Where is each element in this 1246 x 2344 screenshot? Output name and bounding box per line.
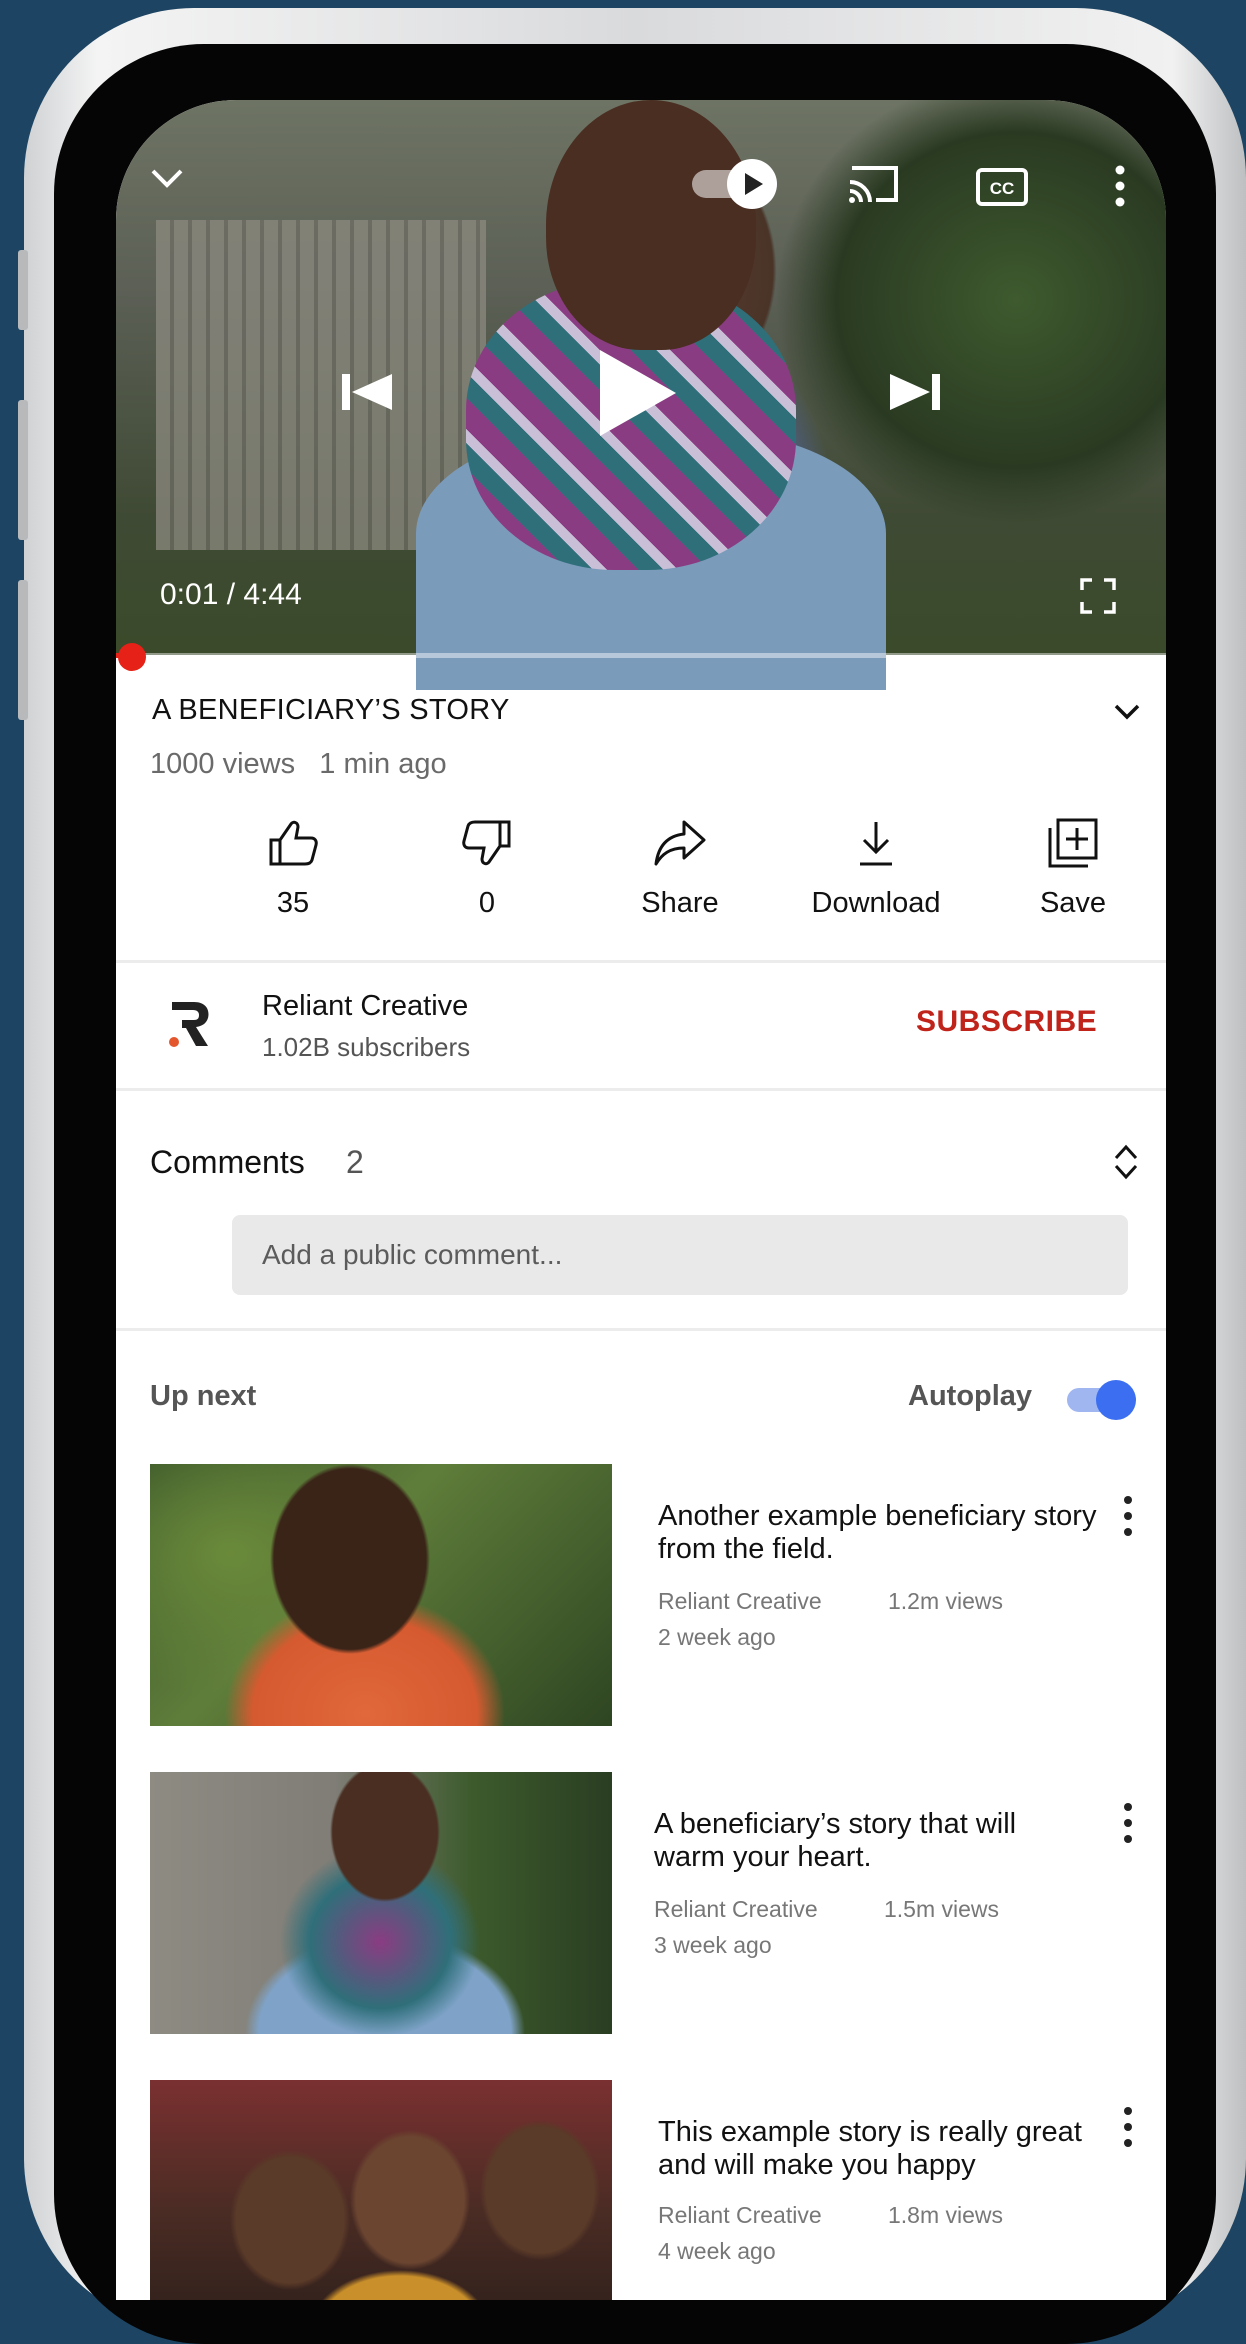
video-time: 0:01 / 4:44 — [160, 578, 302, 611]
fullscreen-icon[interactable] — [1080, 578, 1116, 614]
share-label: Share — [641, 887, 719, 919]
download-button[interactable]: Download — [806, 818, 946, 920]
more-vert-icon[interactable] — [1114, 164, 1126, 208]
up-next-age: 4 week ago — [658, 2238, 776, 2264]
autoplay-label: Autoplay — [908, 1380, 1033, 1412]
phone-volume-down — [18, 580, 28, 720]
comment-input[interactable] — [232, 1215, 1128, 1295]
play-icon[interactable] — [596, 348, 680, 438]
cc-icon[interactable]: CC — [976, 168, 1028, 206]
autoplay-toggle-knob[interactable] — [1096, 1380, 1136, 1420]
channel-subscribers: 1.02B subscribers — [262, 1032, 471, 1062]
divider — [116, 1088, 1166, 1091]
comments-title[interactable]: Comments — [150, 1144, 305, 1181]
up-next-title[interactable]: Another example beneficiary story from t… — [658, 1500, 1098, 1566]
like-button[interactable]: 35 — [223, 818, 363, 920]
more-vert-icon[interactable] — [1118, 1493, 1138, 1539]
save-button[interactable]: Save — [1003, 818, 1143, 920]
up-next-title[interactable]: This example story is really great and w… — [658, 2116, 1098, 2182]
dislike-count: 0 — [478, 887, 496, 919]
previous-icon[interactable] — [340, 372, 396, 412]
up-next-channel: Reliant Creative — [658, 1588, 822, 1614]
more-vert-icon[interactable] — [1118, 2104, 1138, 2150]
subscribe-button[interactable]: SUBSCRIBE — [916, 1005, 1097, 1039]
video-title: A BENEFICIARY’S STORY — [152, 694, 510, 726]
divider — [116, 1328, 1166, 1331]
video-thumbnail[interactable] — [150, 1464, 612, 1726]
save-label: Save — [1039, 887, 1107, 919]
download-label: Download — [811, 887, 941, 919]
sort-icon[interactable] — [1112, 1142, 1140, 1182]
video-thumbnail[interactable] — [150, 2080, 612, 2300]
share-button[interactable]: Share — [610, 818, 750, 920]
thumbs-up-icon — [269, 820, 318, 866]
channel-logo[interactable] — [162, 998, 214, 1050]
like-count: 35 — [276, 887, 310, 919]
phone-side-button — [18, 250, 28, 330]
up-next-age: 3 week ago — [654, 1932, 772, 1958]
up-next-views: 1.8m views — [888, 2202, 1004, 2228]
more-vert-icon[interactable] — [1118, 1800, 1138, 1846]
progress-bar[interactable] — [116, 653, 1166, 658]
autoplay-toggle-icon[interactable] — [690, 158, 780, 210]
up-next-views: 1.5m views — [884, 1896, 1000, 1922]
up-next-title[interactable]: A beneficiary’s story that will warm you… — [654, 1808, 1094, 1874]
download-icon — [860, 822, 892, 866]
cast-icon[interactable] — [846, 162, 902, 206]
video-player[interactable]: CC 0:01 / 4:44 — [116, 100, 1166, 690]
up-next-channel: Reliant Creative — [658, 2202, 822, 2228]
save-icon — [1048, 818, 1098, 868]
channel-name[interactable]: Reliant Creative — [262, 990, 468, 1023]
progress-scrubber[interactable] — [118, 643, 146, 671]
next-icon[interactable] — [886, 372, 942, 412]
up-next-views: 1.2m views — [888, 1588, 1004, 1614]
dislike-button[interactable]: 0 — [417, 818, 557, 920]
video-thumbnail[interactable] — [150, 1772, 612, 2034]
phone-volume-up — [18, 400, 28, 540]
up-next-age: 2 week ago — [658, 1624, 776, 1650]
svg-text:CC: CC — [990, 179, 1015, 198]
comments-count: 2 — [346, 1144, 364, 1180]
divider — [116, 960, 1166, 963]
video-meta: 1000 views 1 min ago — [150, 748, 447, 781]
video-age: 1 min ago — [319, 748, 447, 780]
up-next-heading: Up next — [150, 1380, 257, 1412]
chevron-down-icon[interactable] — [150, 168, 184, 190]
screen: CC 0:01 / 4:44 A BENEFICIARY’S STORY 100… — [116, 100, 1166, 2300]
thumbs-down-icon — [462, 820, 511, 866]
video-views: 1000 views — [150, 748, 296, 780]
up-next-channel: Reliant Creative — [654, 1896, 818, 1922]
share-icon — [654, 820, 706, 866]
video-frame-face — [546, 100, 756, 350]
expand-icon[interactable] — [1114, 704, 1140, 720]
